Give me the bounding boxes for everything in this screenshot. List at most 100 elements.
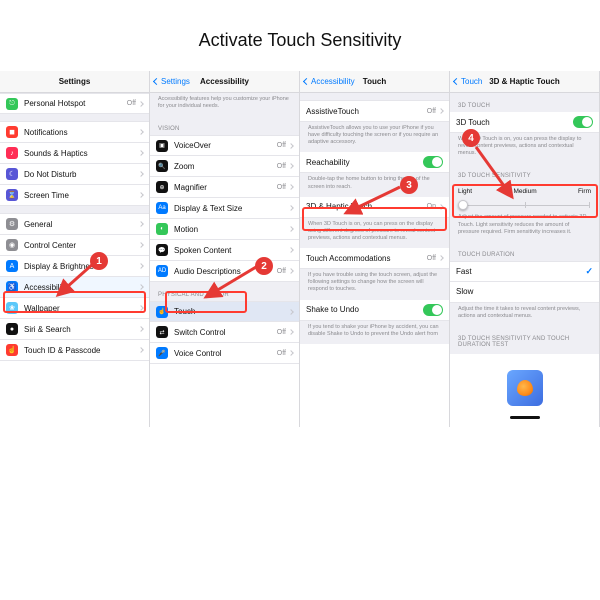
chevron-left-icon [303,78,310,85]
app-icon: ◉ [6,239,18,251]
shake-desc: If you tend to shake your iPhone by acci… [300,321,449,344]
touch-header: Accessibility Touch [300,71,449,93]
settings-row-do-not-disturb[interactable]: ☾ Do Not Disturb [0,164,149,185]
chevron-right-icon [438,255,444,261]
app-icon: ▣ [156,140,168,152]
panel-touch: Accessibility Touch AssistiveTouch Off A… [300,71,450,427]
row-zoom[interactable]: 🔍 Zoom Off [150,156,299,177]
chevron-right-icon [138,192,144,198]
test-image[interactable] [507,370,543,406]
settings-row-display-brightness[interactable]: A Display & Brightness [0,256,149,277]
row-shake-to-undo[interactable]: Shake to Undo [300,300,449,321]
app-icon: Aa [156,202,168,214]
page-title: Activate Touch Sensitivity [0,0,600,71]
app-icon: ● [6,323,18,335]
vision-header: VISION [150,116,299,135]
threeD-header: Touch 3D & Haptic Touch [450,71,599,93]
step-3: 3 [400,176,418,194]
app-icon: A [6,260,18,272]
chevron-right-icon [288,247,294,253]
app-icon: ◐ [156,223,168,235]
chevron-right-icon [288,163,294,169]
settings-row-touch-id-passcode[interactable]: ☝ Touch ID & Passcode [0,340,149,361]
row-3d-haptic-touch[interactable]: 3D & Haptic Touch On [300,197,449,218]
threeD-toggle[interactable] [573,116,593,128]
back-to-settings[interactable]: Settings [150,77,190,86]
row-assistivetouch[interactable]: AssistiveTouch Off [300,101,449,122]
row-audio-descriptions[interactable]: AD Audio Descriptions Off [150,261,299,282]
settings-header: Settings [0,71,149,93]
settings-row-notifications[interactable]: ◼ Notifications [0,122,149,143]
row-touch[interactable]: ☝ Touch [150,301,299,322]
chevron-left-icon [453,78,460,85]
chevron-right-icon [138,171,144,177]
row-magnifier[interactable]: ⊕ Magnifier Off [150,177,299,198]
chevron-right-icon [288,226,294,232]
chevron-right-icon [138,242,144,248]
settings-title: Settings [0,77,149,86]
app-icon: ☝ [156,306,168,318]
row-touch-accommodations[interactable]: Touch Accommodations Off [300,248,449,269]
row-switch-control[interactable]: ⇄ Switch Control Off [150,322,299,343]
shake-toggle[interactable] [423,304,443,316]
row-duration-slow[interactable]: Slow [450,282,599,303]
app-icon: ⌛ [6,189,18,201]
chevron-right-icon [138,284,144,290]
app-icon: ☾ [6,168,18,180]
chevron-right-icon [288,309,294,315]
row-voice-control[interactable]: 🎤 Voice Control Off [150,343,299,364]
settings-row-screen-time[interactable]: ⌛ Screen Time [0,185,149,206]
chevron-right-icon [138,326,144,332]
chevron-right-icon [138,263,144,269]
row-display-text-size[interactable]: Aa Display & Text Size [150,198,299,219]
step-2: 2 [255,257,273,275]
chevron-right-icon [138,129,144,135]
sens-header: 3D TOUCH SENSITIVITY [450,163,599,182]
accessibility-header: Settings Accessibility [150,71,299,93]
duration-desc: Adjust the time it takes to reveal conte… [450,303,599,326]
checkmark-icon: ✓ [585,266,593,277]
app-icon: ♿ [6,281,18,293]
settings-row-sounds-haptics[interactable]: ♪ Sounds & Haptics [0,143,149,164]
back-to-accessibility[interactable]: Accessibility [300,77,355,86]
accom-desc: If you have trouble using the touch scre… [300,269,449,299]
row-motion[interactable]: ◐ Motion [150,219,299,240]
chevron-right-icon [138,101,144,107]
chevron-right-icon [438,108,444,114]
chevron-right-icon [138,221,144,227]
app-icon: 🎤 [156,347,168,359]
app-icon: ♪ [6,147,18,159]
sens-desc: Adjust the amount of pressure needed to … [450,211,599,241]
chevron-right-icon [138,305,144,311]
settings-row-control-center[interactable]: ◉ Control Center [0,235,149,256]
chevron-right-icon [288,329,294,335]
reachability-desc: Double-tap the home button to bring the … [300,173,449,196]
app-icon: ⚙ [6,218,18,230]
reachability-toggle[interactable] [423,156,443,168]
duration-header: TOUCH DURATION [450,242,599,261]
chevron-right-icon [288,350,294,356]
test-header: 3D TOUCH SENSITIVITY AND TOUCH DURATION … [450,326,599,354]
threeD-desc: When 3D Touch is on, you can press on th… [300,218,449,248]
row-duration-fast[interactable]: Fast✓ [450,261,599,282]
row-spoken-content[interactable]: 💬 Spoken Content [150,240,299,261]
settings-row-siri-search[interactable]: ● Siri & Search [0,319,149,340]
chevron-right-icon [288,268,294,274]
sensitivity-labels: Light Medium Firm [450,182,599,195]
chevron-right-icon [138,347,144,353]
back-to-touch[interactable]: Touch [450,77,482,86]
sensitivity-slider[interactable] [460,199,589,209]
row-reachability[interactable]: Reachability [300,152,449,173]
app-icon: 🔍 [156,160,168,172]
chevron-right-icon [288,184,294,190]
settings-row-general[interactable]: ⚙ General [0,214,149,235]
settings-row-wallpaper[interactable]: ❀ Wallpaper [0,298,149,319]
panel-accessibility: Settings Accessibility Accessibility fea… [150,71,300,427]
app-icon: ☝ [6,344,18,356]
app-icon: ⊕ [156,181,168,193]
app-icon: AD [156,265,168,277]
settings-row-accessibility[interactable]: ♿ Accessibility [0,277,149,298]
row-voiceover[interactable]: ▣ VoiceOver Off [150,135,299,156]
app-icon: ❀ [6,302,18,314]
settings-row-personal-hotspot[interactable]: ⎋ Personal Hotspot Off [0,93,149,114]
